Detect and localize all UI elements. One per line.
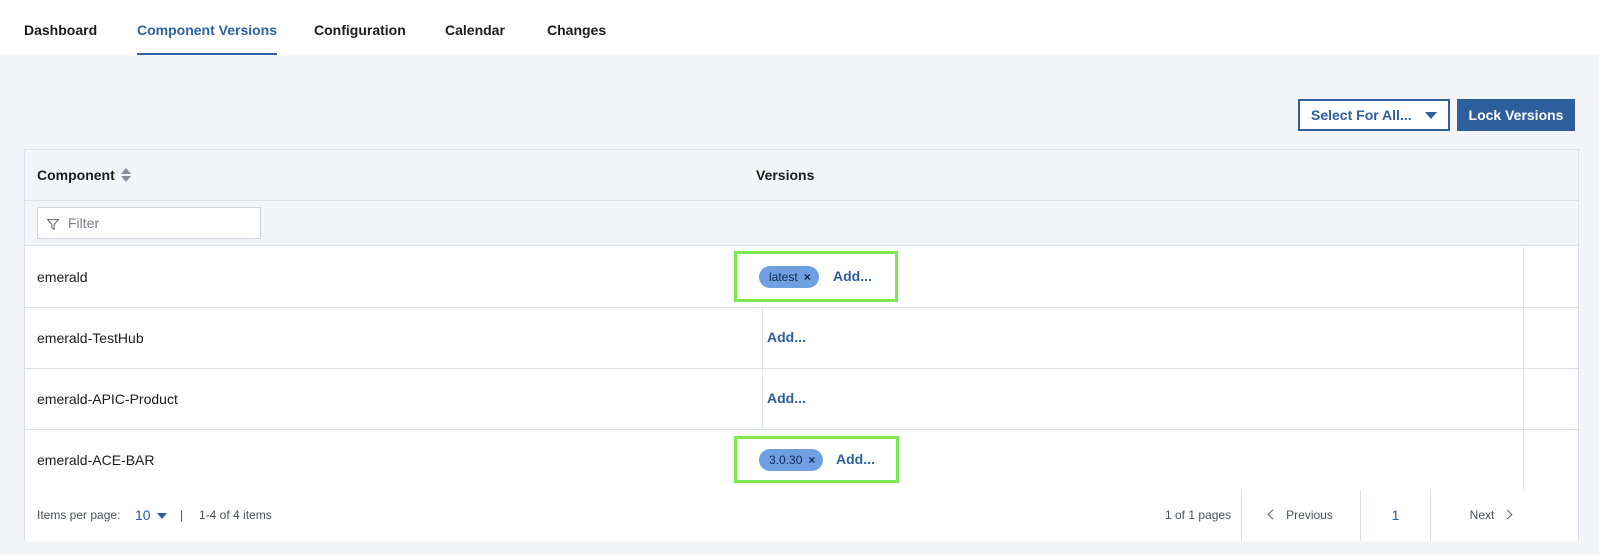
items-per-page-label: Items per page: <box>37 508 121 522</box>
component-name: emerald-ACE-BAR <box>37 452 155 468</box>
filter-row <box>25 201 1578 246</box>
add-version-link[interactable]: Add... <box>836 451 875 467</box>
add-version-link[interactable]: Add... <box>767 390 806 406</box>
table-row: emerald-APIC-Product Add... <box>25 369 1578 430</box>
version-chip-label: latest <box>769 270 798 284</box>
add-version-link[interactable]: Add... <box>833 268 872 284</box>
tab-component-versions[interactable]: Component Versions <box>137 0 278 55</box>
items-per-page-select[interactable]: 10 <box>135 490 167 541</box>
version-chip: 3.0.30 × <box>759 449 824 471</box>
chevron-right-icon <box>1502 509 1513 520</box>
component-name: emerald-APIC-Product <box>37 391 178 407</box>
column-divider <box>1523 369 1524 429</box>
column-divider <box>1523 430 1524 490</box>
column-divider <box>762 308 763 368</box>
table-row: emerald-ACE-BAR 3.0.30 × Add... <box>25 430 1578 491</box>
items-per-page-value: 10 <box>135 507 151 523</box>
tab-changes[interactable]: Changes <box>547 0 606 55</box>
add-version-link[interactable]: Add... <box>767 329 806 345</box>
select-for-all-label: Select For All... <box>1311 107 1412 123</box>
next-label: Next <box>1469 508 1495 522</box>
table-row: emerald-TestHub Add... <box>25 308 1578 369</box>
next-page-button[interactable]: Next <box>1430 490 1550 541</box>
column-header-component-label: Component <box>37 167 115 183</box>
pages-count-text: 1 of 1 pages <box>1165 508 1232 522</box>
remove-chip-icon[interactable]: × <box>804 270 811 284</box>
component-name: emerald-TestHub <box>37 330 144 346</box>
items-range-text: 1-4 of 4 items <box>199 508 272 522</box>
column-header-versions: Versions <box>756 167 815 183</box>
tab-dashboard[interactable]: Dashboard <box>24 0 97 55</box>
column-header-component[interactable]: Component <box>37 150 131 201</box>
filter-field[interactable] <box>37 207 261 239</box>
column-divider <box>1523 308 1524 368</box>
tab-calendar[interactable]: Calendar <box>445 0 505 55</box>
component-name: emerald <box>37 269 88 285</box>
table-header: Component Versions <box>25 150 1578 201</box>
chevron-left-icon <box>1267 509 1278 520</box>
caret-down-icon <box>156 513 167 520</box>
tab-configuration[interactable]: Configuration <box>314 0 406 55</box>
pagination-bar: Items per page: 10 | 1-4 of 4 items 1 of… <box>25 490 1578 541</box>
lock-versions-button[interactable]: Lock Versions <box>1457 99 1575 131</box>
previous-label: Previous <box>1286 508 1333 522</box>
page-number-button[interactable]: 1 <box>1360 490 1430 541</box>
version-chip: latest × <box>759 266 819 288</box>
table-row: emerald latest × Add... <box>25 247 1578 308</box>
separator: | <box>180 508 184 522</box>
caret-down-icon <box>1425 112 1437 119</box>
filter-icon <box>47 219 59 230</box>
component-versions-table: Component Versions emerald latest × Add..… <box>24 149 1579 541</box>
previous-page-button[interactable]: Previous <box>1241 490 1360 541</box>
column-divider <box>1523 247 1524 307</box>
column-divider <box>762 369 763 429</box>
remove-chip-icon[interactable]: × <box>808 453 815 467</box>
top-nav: Dashboard Component Versions Configurati… <box>0 0 1599 55</box>
filter-input[interactable] <box>68 208 258 238</box>
version-chip-label: 3.0.30 <box>769 453 803 467</box>
select-for-all-dropdown[interactable]: Select For All... <box>1298 99 1450 131</box>
sort-icon[interactable] <box>120 167 131 183</box>
